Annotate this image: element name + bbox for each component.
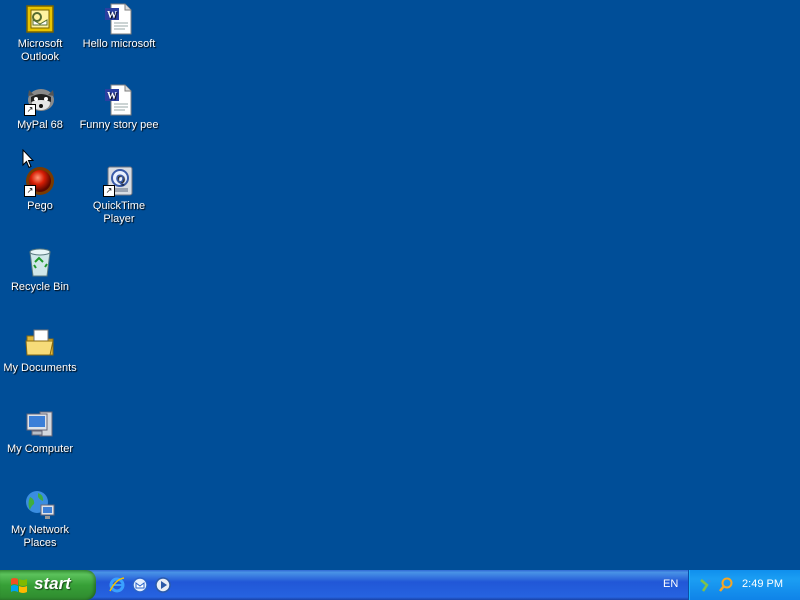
raccoon-browser-icon: ↗: [24, 84, 56, 116]
desktop-icon-label: My Computer: [6, 443, 74, 455]
desktop-icon-hello-microsoft[interactable]: W Hello microsoft: [79, 3, 159, 51]
word-document-icon: W: [103, 3, 135, 35]
desktop[interactable]: Microsoft Outlook W Hello microsoft ↗ My…: [0, 0, 800, 570]
desktop-icon-label: Funny story pee: [79, 119, 159, 131]
desktop-icon-label: MyPal 68: [17, 119, 63, 131]
svg-text:W: W: [107, 91, 117, 102]
network-connection-icon[interactable]: [699, 577, 715, 593]
clock[interactable]: 2:49 PM: [742, 578, 783, 590]
word-document-icon: W: [103, 84, 135, 116]
svg-text:W: W: [107, 10, 117, 21]
search-icon[interactable]: [718, 577, 734, 593]
desktop-icon-microsoft-outlook[interactable]: Microsoft Outlook: [0, 3, 80, 64]
desktop-icon-label: QuickTime Player: [92, 200, 146, 225]
shortcut-arrow-icon: ↗: [24, 185, 36, 197]
computer-icon: [24, 408, 56, 440]
shortcut-arrow-icon: ↗: [24, 104, 36, 116]
media-player-icon[interactable]: [154, 576, 172, 594]
desktop-icon-label: My Documents: [3, 362, 77, 374]
taskbar: start EN 2:49 PM: [0, 570, 800, 600]
desktop-icon-my-network-places[interactable]: My Network Places: [0, 489, 80, 550]
desktop-icon-funny-story-pee[interactable]: W Funny story pee: [79, 84, 159, 132]
desktop-icon-my-documents[interactable]: My Documents: [0, 327, 80, 375]
desktop-icon-label: Pego: [27, 200, 53, 212]
mouse-pointer-icon: [22, 148, 35, 169]
language-indicator[interactable]: EN: [663, 578, 678, 590]
svg-text:Q: Q: [116, 173, 125, 185]
desktop-icon-pego[interactable]: ↗ Pego: [0, 165, 80, 213]
desktop-icon-my-computer[interactable]: My Computer: [0, 408, 80, 456]
desktop-icon-label: Hello microsoft: [82, 38, 156, 50]
windows-logo-icon: [10, 576, 28, 594]
desktop-icon-label: Recycle Bin: [10, 281, 70, 293]
quicktime-icon: Q ↗: [103, 165, 135, 197]
desktop-icon-label: My Network Places: [10, 524, 70, 549]
start-label: start: [34, 574, 71, 593]
outlook-icon: [24, 3, 56, 35]
system-tray: 2:49 PM: [688, 570, 800, 600]
desktop-icon-mypal-68[interactable]: ↗ MyPal 68: [0, 84, 80, 132]
shortcut-arrow-icon: ↗: [103, 185, 115, 197]
recycle-bin-icon: [24, 246, 56, 278]
network-globe-icon: [24, 489, 56, 521]
folder-icon: [24, 327, 56, 359]
desktop-icon-quicktime-player[interactable]: Q ↗ QuickTime Player: [79, 165, 159, 226]
internet-explorer-icon[interactable]: [108, 576, 126, 594]
red-ball-icon: ↗: [24, 165, 56, 197]
start-button[interactable]: start: [0, 570, 96, 600]
desktop-icon-label: Microsoft Outlook: [17, 38, 63, 63]
outlook-express-icon[interactable]: [131, 576, 149, 594]
desktop-icon-recycle-bin[interactable]: Recycle Bin: [0, 246, 80, 294]
